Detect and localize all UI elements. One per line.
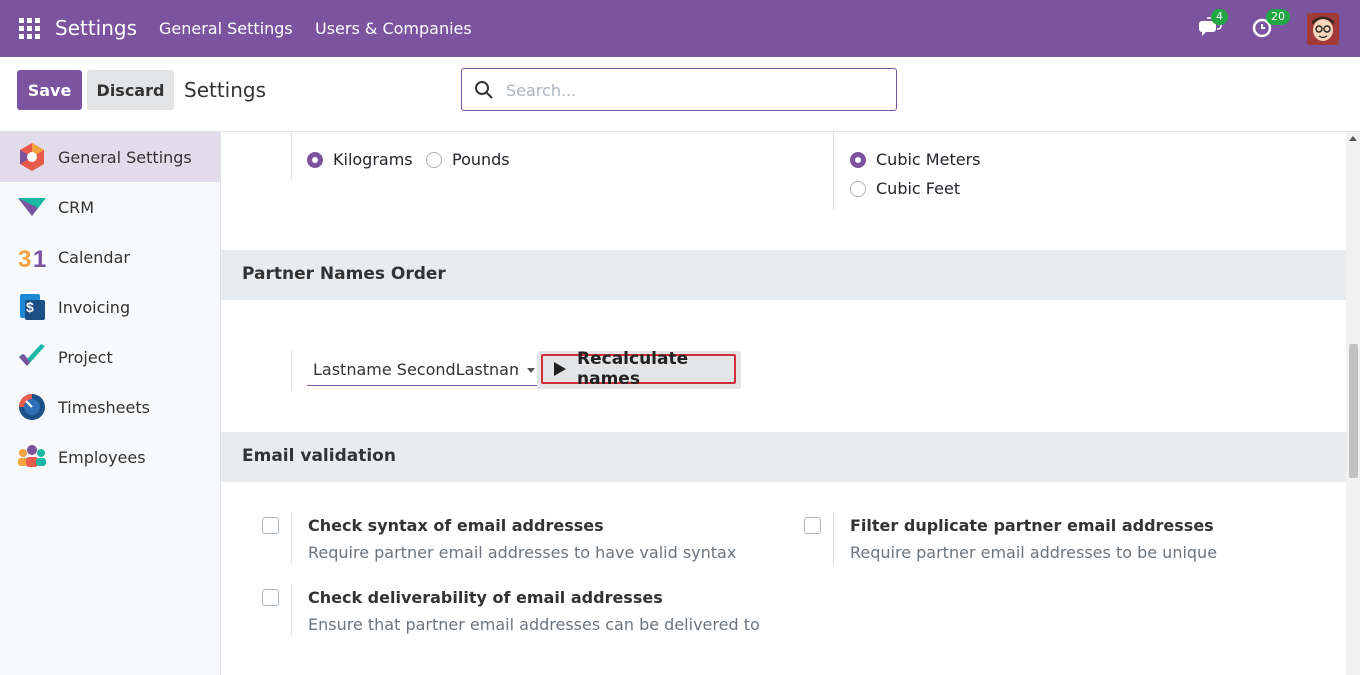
partner-names-order-select[interactable]: Lastname SecondLastname Firstname [307,354,537,386]
scrollbar[interactable] [1346,132,1360,675]
svg-text:$: $ [26,299,34,315]
radio-button[interactable] [850,151,866,168]
divider [833,512,834,564]
user-avatar[interactable] [1307,13,1339,45]
radio-kilograms[interactable]: Kilograms [307,150,413,169]
sidebar-item-label: Project [58,347,113,367]
radio-cubic-feet[interactable]: Cubic Feet [850,179,960,198]
timesheets-icon [19,394,45,420]
sidebar-item-employees[interactable]: Employees [0,432,220,482]
crm-icon [18,198,46,216]
divider [291,132,292,180]
svg-text:1: 1 [33,246,46,272]
option-description: Ensure that partner email addresses can … [308,615,760,634]
filter-duplicate-checkbox[interactable] [804,517,821,534]
divider [833,132,834,210]
option-title: Check deliverability of email addresses [308,588,663,607]
employees-icon [18,445,46,467]
svg-text:3: 3 [18,246,31,272]
play-icon [554,362,566,376]
save-button[interactable]: Save [17,70,82,110]
section-title: Partner Names Order [242,264,446,284]
project-icon [19,344,45,366]
section-header-partner-names: Partner Names Order [221,250,1346,300]
page-title: Settings [184,78,267,102]
option-description: Require partner email addresses to have … [308,543,737,562]
button-label: Recalculate names [577,349,689,389]
divider [291,584,292,636]
scroll-up-icon[interactable] [1349,136,1357,141]
app-brand[interactable]: Settings [55,16,137,40]
radio-button[interactable] [307,151,323,168]
check-syntax-checkbox[interactable] [262,517,279,534]
sidebar-item-label: Calendar [58,247,130,267]
activities-badge: 20 [1266,9,1290,25]
activities-button[interactable]: 20 [1250,9,1290,42]
calendar-icon: 3 1 [18,246,46,272]
sidebar-item-label: General Settings [58,147,192,167]
sidebar-item-calendar[interactable]: 3 1 Calendar [0,232,220,282]
sidebar-item-label: Employees [58,447,146,467]
select-value: Lastname SecondLastname Firstname [313,360,518,379]
option-title: Check syntax of email addresses [308,516,604,535]
radio-label: Kilograms [333,150,413,169]
search-icon [475,81,493,99]
settings-sidebar: General Settings CRM 3 1 Calendar $ Invo… [0,132,221,675]
search-input[interactable] [506,77,886,103]
discard-button[interactable]: Discard [87,70,174,110]
sidebar-item-label: Timesheets [58,397,150,417]
sidebar-item-crm[interactable]: CRM [0,182,220,232]
section-header-email-validation: Email validation [221,432,1346,482]
radio-label: Pounds [452,150,510,169]
menu-general-settings[interactable]: General Settings [159,19,293,38]
recalculate-names-button[interactable]: Recalculate names [537,349,741,389]
section-title: Email validation [242,446,396,466]
scroll-thumb[interactable] [1349,344,1358,478]
sidebar-item-label: CRM [58,197,95,217]
radio-label: Cubic Feet [876,179,961,198]
general-settings-icon [20,143,44,171]
radio-cubic-meters[interactable]: Cubic Meters [850,150,980,169]
sidebar-item-timesheets[interactable]: Timesheets [0,382,220,432]
radio-pounds[interactable]: Pounds [426,150,510,169]
check-deliverability-checkbox[interactable] [262,589,279,606]
option-title: Filter duplicate partner email addresses [850,516,1214,535]
invoicing-icon: $ [20,294,45,320]
messages-button[interactable]: 4 [1197,9,1228,42]
divider [291,350,292,390]
sidebar-item-label: Invoicing [58,297,131,317]
messages-badge: 4 [1211,9,1228,25]
sidebar-item-invoicing[interactable]: $ Invoicing [0,282,220,332]
sidebar-item-project[interactable]: Project [0,332,220,382]
sidebar-item-general-settings[interactable]: General Settings [0,132,220,182]
menu-users-companies[interactable]: Users & Companies [315,19,472,38]
divider [291,512,292,564]
option-description: Require partner email addresses to be un… [850,543,1218,562]
chevron-down-icon [527,368,535,373]
radio-button[interactable] [426,151,442,168]
search-box[interactable] [461,68,897,111]
radio-label: Cubic Meters [876,150,981,169]
control-panel: Save Discard Settings [0,57,1360,132]
radio-button[interactable] [850,180,866,197]
settings-content: Kilograms Pounds Cubic Meters Cubic Feet… [221,132,1346,675]
apps-menu-icon[interactable] [19,18,40,39]
top-navbar: Settings General Settings Users & Compan… [0,0,1360,57]
